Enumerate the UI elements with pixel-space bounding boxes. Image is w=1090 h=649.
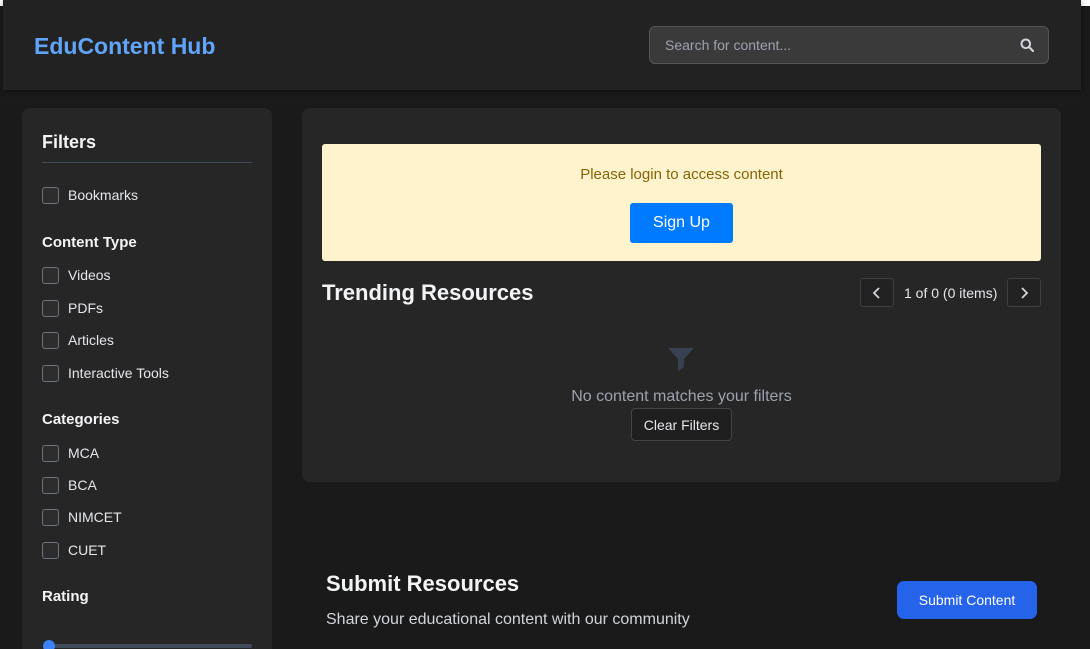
bca-label: BCA xyxy=(68,477,97,493)
filters-title: Filters xyxy=(42,132,97,152)
pdfs-checkbox[interactable] xyxy=(42,299,59,317)
sign-up-button[interactable]: Sign Up xyxy=(630,203,733,243)
nimcet-checkbox[interactable] xyxy=(42,508,59,526)
categories-heading: Categories xyxy=(42,411,120,428)
submit-content-button[interactable]: Submit Content xyxy=(897,581,1037,619)
filter-bookmarks[interactable]: Bookmarks xyxy=(42,185,138,205)
content-panel: Please login to access content Sign Up T… xyxy=(302,108,1061,482)
filter-bca[interactable]: BCA xyxy=(42,475,97,495)
trending-title: Trending Resources xyxy=(322,280,534,305)
mca-label: MCA xyxy=(68,445,100,461)
rating-slider-track[interactable] xyxy=(44,644,252,648)
filters-divider xyxy=(42,162,252,163)
bookmarks-label: Bookmarks xyxy=(68,187,139,203)
next-page-button[interactable] xyxy=(1007,278,1041,307)
brand-logo[interactable]: EduContent Hub xyxy=(34,33,215,60)
chevron-left-icon xyxy=(872,287,880,299)
filter-interactive-tools[interactable]: Interactive Tools xyxy=(42,363,169,383)
content-type-heading: Content Type xyxy=(42,234,137,251)
clear-filters-button[interactable]: Clear Filters xyxy=(631,408,732,441)
chevron-right-icon xyxy=(1021,287,1029,299)
articles-checkbox[interactable] xyxy=(42,331,59,349)
login-alert: Please login to access content Sign Up xyxy=(322,144,1041,261)
submit-resources-title: Submit Resources xyxy=(326,571,520,596)
funnel-icon xyxy=(668,348,694,371)
rating-slider-thumb[interactable] xyxy=(43,640,55,649)
filter-pdfs[interactable]: PDFs xyxy=(42,298,103,318)
app-header: EduContent Hub xyxy=(3,0,1081,90)
videos-label: Videos xyxy=(68,267,111,283)
pdfs-label: PDFs xyxy=(68,300,103,316)
interactive-tools-checkbox[interactable] xyxy=(42,364,59,382)
search-icon[interactable] xyxy=(1020,38,1034,52)
empty-state-message: No content matches your filters xyxy=(571,388,792,405)
videos-checkbox[interactable] xyxy=(42,266,59,284)
mca-checkbox[interactable] xyxy=(42,444,59,462)
search-input[interactable] xyxy=(650,27,1010,63)
filter-videos[interactable]: Videos xyxy=(42,265,111,285)
articles-label: Articles xyxy=(68,332,114,348)
login-alert-message: Please login to access content xyxy=(580,166,783,183)
cuet-checkbox[interactable] xyxy=(42,541,59,559)
interactive-tools-label: Interactive Tools xyxy=(68,365,169,381)
filter-mca[interactable]: MCA xyxy=(42,443,99,463)
filters-sidebar: Filters Bookmarks Content Type Videos PD… xyxy=(22,108,272,649)
filter-articles[interactable]: Articles xyxy=(42,330,114,350)
search-box[interactable] xyxy=(649,26,1049,64)
prev-page-button[interactable] xyxy=(860,278,894,307)
filter-nimcet[interactable]: NIMCET xyxy=(42,507,122,527)
bookmarks-checkbox[interactable] xyxy=(42,186,59,204)
rating-heading: Rating xyxy=(42,588,89,605)
pagination-status: 1 of 0 (0 items) xyxy=(904,285,998,301)
nimcet-label: NIMCET xyxy=(68,509,122,525)
cuet-label: CUET xyxy=(68,542,107,558)
filter-cuet[interactable]: CUET xyxy=(42,540,106,560)
bca-checkbox[interactable] xyxy=(42,476,59,494)
submit-resources-subtitle: Share your educational content with our … xyxy=(326,611,690,628)
